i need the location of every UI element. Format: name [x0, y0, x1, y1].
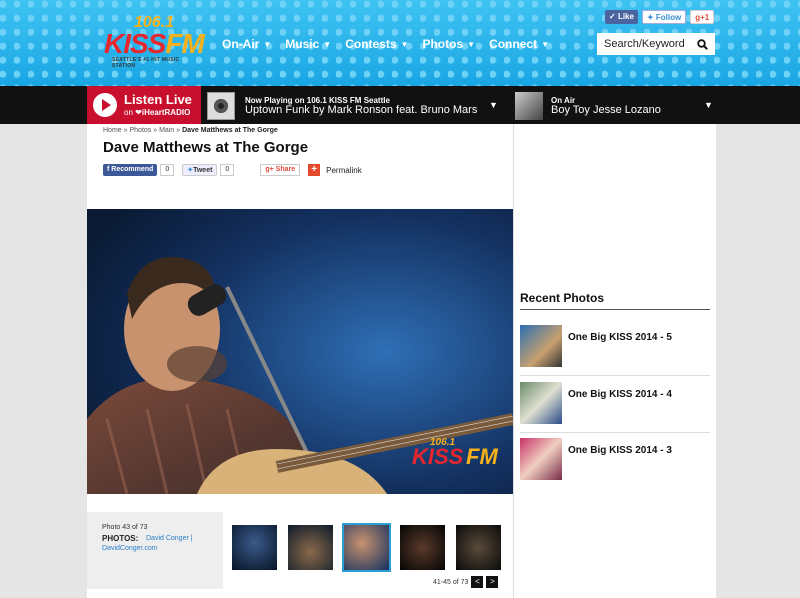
breadcrumb-home[interactable]: Home [103, 127, 122, 134]
recent-photo-item[interactable]: One Big KISS 2014 - 5 [520, 325, 710, 369]
album-art [207, 92, 235, 120]
plus-icon[interactable]: + [308, 164, 321, 176]
divider [520, 309, 710, 310]
recent-photo-item[interactable]: One Big KISS 2014 - 3 [520, 438, 710, 482]
nav-on-air[interactable]: On-Air ▼ [222, 37, 271, 51]
facebook-icon: f [107, 166, 110, 173]
main-nav: On-Air ▼ Music ▼ Contests ▼ Photos ▼ Connect… [222, 37, 563, 51]
logo-tagline: SEATTLE'S #1 HIT MUSIC STATION [112, 57, 180, 69]
on-air-dropdown-icon[interactable]: ▼ [704, 100, 713, 110]
logo-name: KISSFM [104, 28, 205, 60]
previous-button[interactable]: < [471, 576, 484, 588]
recent-photos-heading: Recent Photos [520, 291, 605, 305]
recent-photo-thumbnail [520, 438, 562, 480]
search-input[interactable] [597, 34, 693, 54]
recent-photo-label: One Big KISS 2014 - 5 [568, 332, 672, 343]
on-label: on [124, 108, 133, 117]
thumbnail-strip [232, 523, 512, 572]
google-plus-icon: g+ [265, 166, 274, 173]
thumbs-up-icon: ✓ [609, 12, 616, 21]
gallery-main-photo[interactable]: 106.1 KISS FM [87, 209, 513, 494]
share-label: Share [275, 166, 296, 173]
search-box [597, 33, 715, 55]
on-air-host-photo [515, 92, 543, 120]
recent-photo-item[interactable]: One Big KISS 2014 - 4 [520, 382, 710, 426]
main-content: Home » Photos » Main » Dave Matthews at … [87, 124, 513, 598]
nav-contests[interactable]: Contests ▼ [345, 37, 408, 51]
sidebar: Recent Photos One Big KISS 2014 - 5 One … [513, 124, 716, 598]
nav-label: Photos [422, 37, 464, 51]
share-bar: f Recommend 0 ✦Tweet 0 g+ Share + Permal… [103, 164, 362, 176]
gallery-pager: 41-45 of 73 < > [433, 576, 499, 588]
recent-photo-thumbnail [520, 382, 562, 424]
gallery-thumbnail[interactable] [288, 525, 333, 570]
like-label: Like [617, 12, 634, 21]
pager-range: 41-45 of 73 [433, 578, 469, 586]
iheart-label: on ❤iHeartRADIO [124, 108, 190, 117]
nav-label: Connect [489, 37, 538, 51]
permalink-link[interactable]: Permalink [326, 166, 362, 175]
twitter-follow-button[interactable]: ✦ Follow [641, 10, 687, 24]
recommend-label: Recommend [111, 166, 154, 173]
listen-live-label: Listen Live [124, 92, 192, 107]
divider [520, 375, 710, 376]
gallery-thumbnail[interactable] [342, 523, 391, 572]
facebook-recommend-button[interactable]: f Recommend [103, 164, 158, 176]
divider [520, 432, 710, 433]
listen-live-button[interactable]: Listen Live on ❤iHeartRADIO [87, 86, 201, 124]
logo-kiss: KISS [104, 28, 166, 59]
recent-photo-thumbnail [520, 325, 562, 367]
breadcrumb: Home » Photos » Main » Dave Matthews at … [103, 127, 278, 134]
site-header: 106.1 KISSFM SEATTLE'S #1 HIT MUSIC STAT… [0, 0, 800, 86]
nav-label: Music [285, 37, 320, 51]
chevron-down-icon: ▼ [541, 40, 549, 49]
twitter-bird-icon: ✦ [646, 13, 654, 22]
recent-photo-label: One Big KISS 2014 - 3 [568, 445, 672, 456]
search-icon[interactable] [693, 35, 711, 53]
tweet-count: 0 [220, 164, 235, 176]
on-air-host: Boy Toy Jesse Lozano [551, 104, 661, 116]
gallery-thumbnail[interactable] [232, 525, 277, 570]
nav-label: Contests [345, 37, 397, 51]
svg-text:KISS: KISS [412, 444, 464, 469]
chevron-down-icon: ▼ [400, 40, 409, 49]
nav-connect[interactable]: Connect ▼ [489, 37, 549, 51]
next-button[interactable]: > [486, 576, 499, 588]
kiss-fm-logo[interactable]: 106.1 KISSFM SEATTLE'S #1 HIT MUSIC STAT… [104, 14, 205, 69]
nav-photos[interactable]: Photos ▼ [422, 37, 475, 51]
google-plus-button[interactable]: g+1 [690, 10, 715, 24]
heart-icon: ❤ [135, 108, 142, 117]
chevron-down-icon: ▼ [323, 40, 332, 49]
nav-label: On-Air [222, 37, 260, 51]
now-playing-dropdown-icon[interactable]: ▼ [489, 100, 498, 110]
tweet-button[interactable]: ✦Tweet [182, 164, 218, 176]
now-playing-song: Uptown Funk by Mark Ronson feat. Bruno M… [245, 104, 478, 116]
recent-photo-label: One Big KISS 2014 - 4 [568, 389, 672, 400]
chevron-down-icon: ▼ [263, 40, 272, 49]
recommend-count: 0 [160, 164, 175, 176]
iheart-name: iHeartRADIO [141, 108, 191, 117]
social-buttons: ✓ Like ✦ Follow g+1 [605, 10, 715, 24]
photographer-link[interactable]: David Conger | DavidConger.com [102, 534, 212, 554]
facebook-like-button[interactable]: ✓ Like [605, 10, 638, 24]
follow-label: Follow [655, 13, 682, 22]
gallery-thumbnail[interactable] [456, 525, 501, 570]
breadcrumb-current: Dave Matthews at The Gorge [182, 127, 278, 134]
svg-text:FM: FM [466, 444, 498, 469]
google-share-button[interactable]: g+ Share [260, 164, 301, 176]
photo-credit-box: Photo 43 of 73 PHOTOS: David Conger | Da… [87, 512, 223, 589]
logo-fm: FM [165, 28, 204, 59]
breadcrumb-photos[interactable]: Photos [129, 127, 151, 134]
page-title: Dave Matthews at The Gorge [103, 139, 309, 156]
nav-music[interactable]: Music ▼ [285, 37, 331, 51]
tweet-label: Tweet [193, 167, 213, 174]
chevron-down-icon: ▼ [467, 40, 476, 49]
play-icon [93, 93, 117, 117]
gallery-thumbnail[interactable] [400, 525, 445, 570]
photo-counter: Photo 43 of 73 [102, 524, 148, 531]
breadcrumb-main[interactable]: Main [159, 127, 174, 134]
